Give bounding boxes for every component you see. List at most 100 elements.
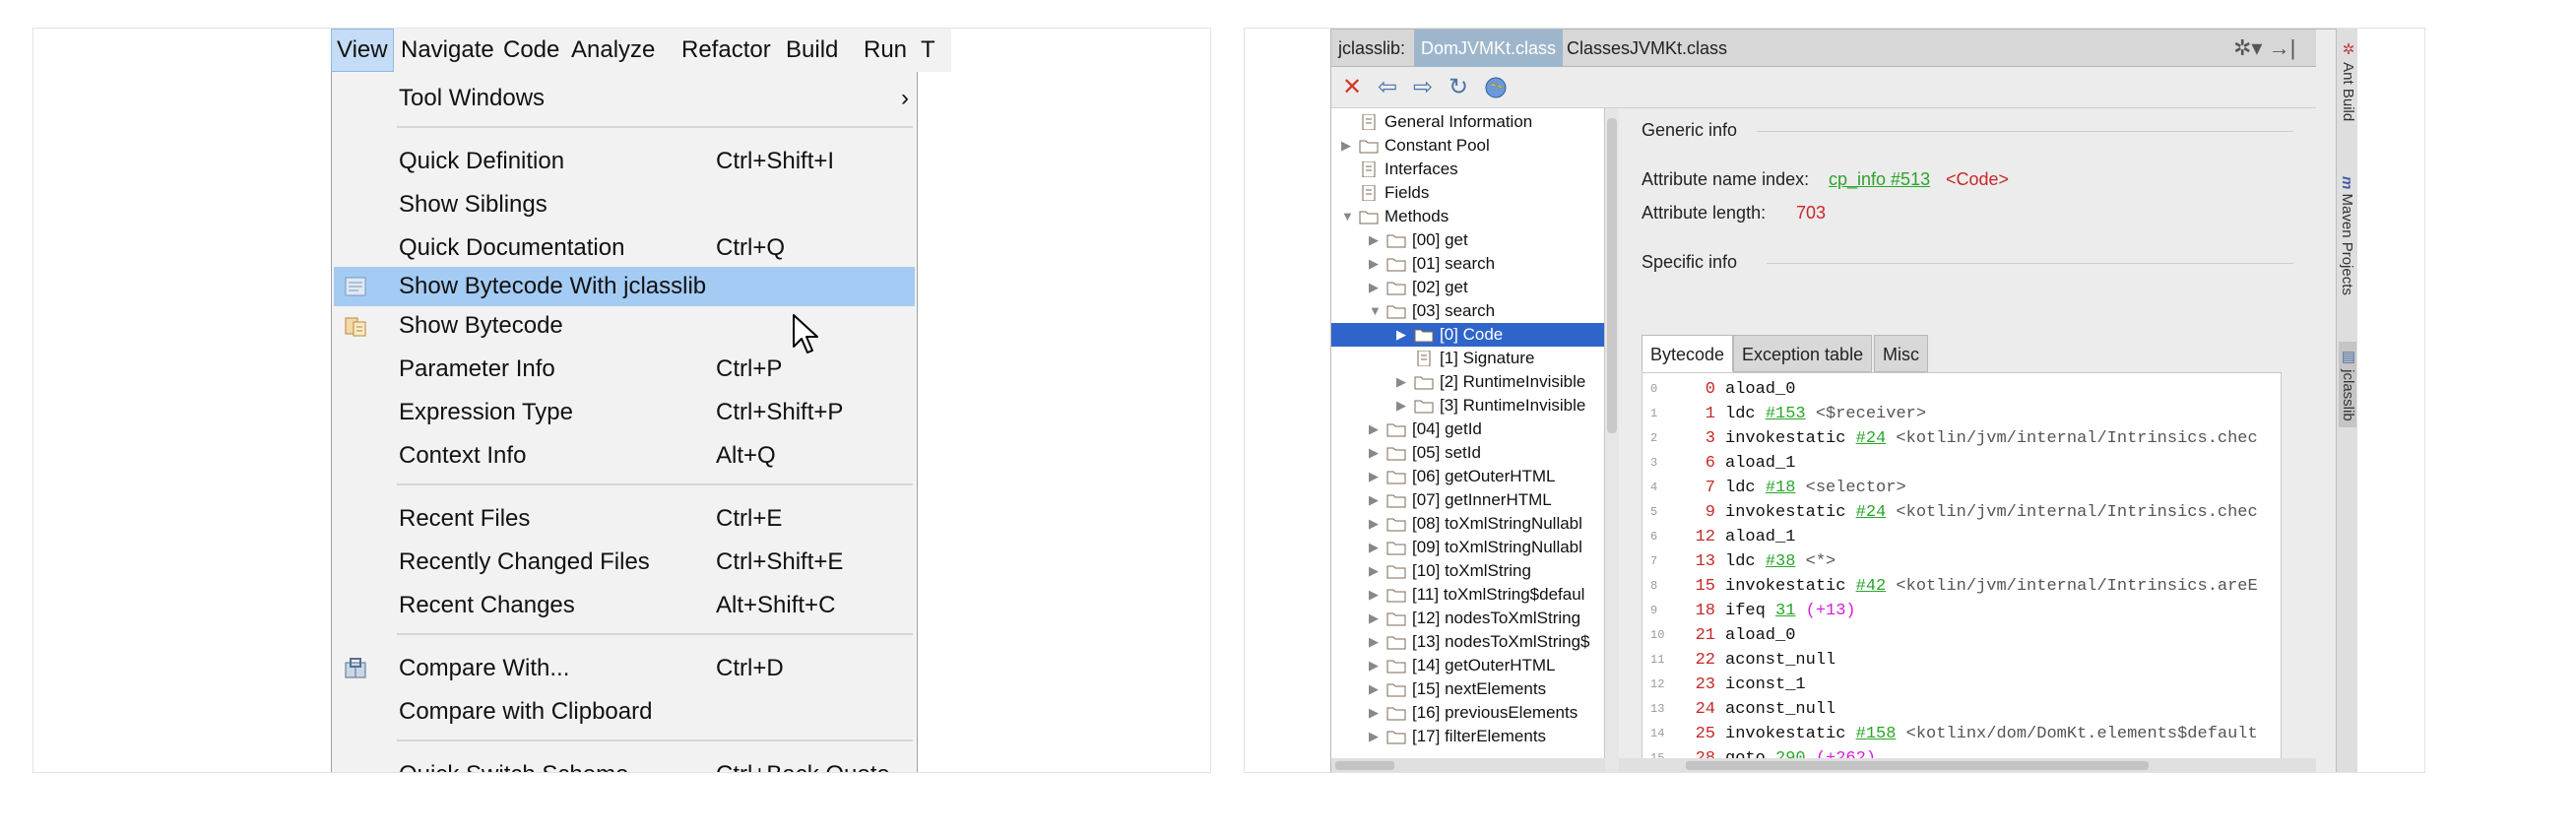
constant-pool-link[interactable]: #38 [1766, 552, 1796, 571]
tree-item-attribute[interactable]: ▶ [0] Code [1331, 323, 1604, 347]
expand-icon[interactable]: ▶ [1396, 394, 1410, 418]
menu-analyze[interactable]: Analyze [566, 29, 660, 72]
tree-item-method[interactable]: ▶ [15] nextElements [1369, 677, 1604, 701]
tree-item-attribute[interactable]: [1] Signature [1396, 347, 1604, 370]
tree-item-method[interactable]: ▶ [17] filterElements [1369, 725, 1604, 748]
forward-icon[interactable]: ⇨ [1408, 73, 1438, 102]
bytecode-listing[interactable]: 0 0 aload_0 1 1 ldc #153 <$receiver> 2 3 invokes… [1642, 372, 2282, 771]
menu-item-show-bytecode-jclasslib[interactable]: Show Bytecode With jclasslib [334, 267, 915, 306]
menu-build[interactable]: Build [781, 29, 843, 72]
expand-icon[interactable]: ▶ [1369, 654, 1383, 677]
tree-item-fields[interactable]: Fields [1341, 181, 1597, 205]
expand-icon[interactable]: ▶ [1369, 630, 1383, 654]
tree-item-method[interactable]: ▶ [04] getId [1369, 418, 1604, 441]
menu-refactor[interactable]: Refactor [676, 29, 776, 72]
tree-item-interfaces[interactable]: Interfaces [1341, 158, 1597, 181]
tree-item-method[interactable]: ▶ [00] get [1369, 228, 1604, 252]
expand-icon[interactable]: ▶ [1369, 559, 1383, 583]
constant-pool-link[interactable]: #18 [1766, 479, 1796, 497]
expand-icon[interactable]: ▶ [1369, 441, 1383, 465]
back-icon[interactable]: ⇦ [1373, 73, 1402, 102]
menu-view[interactable]: View [331, 29, 394, 72]
tree-item-method[interactable]: ▶ [01] search [1369, 252, 1604, 276]
constant-pool-link[interactable]: #153 [1766, 405, 1806, 423]
tree-item-method[interactable]: ▶ [09] toXmlStringNullabl [1369, 536, 1604, 559]
menu-item-expression-type[interactable]: Expression Type Ctrl+Shift+P [334, 393, 915, 432]
tree-item-general[interactable]: General Information [1341, 110, 1597, 134]
tree-item-method[interactable]: ▶ [16] previousElements [1369, 701, 1604, 725]
expand-icon[interactable]: ▶ [1369, 252, 1383, 276]
menu-item-compare-with[interactable]: Compare With... Ctrl+D [334, 649, 915, 688]
menu-item-quick-switch-scheme[interactable]: Quick Switch Scheme Ctrl+Back Quote [334, 755, 915, 772]
menu-item-show-bytecode[interactable]: Show Bytecode [334, 306, 915, 346]
menu-item-recently-changed-files[interactable]: Recently Changed Files Ctrl+Shift+E [334, 543, 915, 582]
tree-item-method[interactable]: ▼ [03] search [1369, 299, 1604, 323]
expand-icon[interactable]: ▶ [1369, 701, 1383, 725]
expand-icon[interactable]: ▶ [1369, 512, 1383, 536]
expand-icon[interactable]: ▶ [1369, 228, 1383, 252]
tree-item-method[interactable]: ▶ [13] nodesToXmlString$ [1369, 630, 1604, 654]
menu-item-parameter-info[interactable]: Parameter Info Ctrl+P [334, 350, 915, 389]
expand-icon[interactable]: ▶ [1341, 134, 1355, 158]
tab-misc[interactable]: Misc [1874, 335, 1928, 372]
tree-item-attribute[interactable]: ▶ [3] RuntimeInvisible [1396, 394, 1604, 418]
menu-item-recent-files[interactable]: Recent Files Ctrl+E [334, 499, 915, 539]
tree-item-method[interactable]: ▶ [07] getInnerHTML [1369, 488, 1604, 512]
expand-icon[interactable]: ▶ [1369, 488, 1383, 512]
expand-icon[interactable]: ▶ [1369, 276, 1383, 299]
menu-item-compare-clipboard[interactable]: Compare with Clipboard [334, 692, 915, 732]
tree-item-method[interactable]: ▶ [06] getOuterHTML [1369, 465, 1604, 488]
tree-item-method[interactable]: ▶ [11] toXmlString$defaul [1369, 583, 1604, 607]
expand-icon[interactable]: ▶ [1369, 607, 1383, 630]
menu-item-tool-windows[interactable]: Tool Windows › [334, 79, 915, 118]
menu-run[interactable]: Run [859, 29, 912, 72]
expand-icon[interactable]: ▶ [1369, 583, 1383, 607]
refresh-icon[interactable]: ↻ [1444, 73, 1473, 102]
expand-icon[interactable]: ▶ [1369, 677, 1383, 701]
constant-pool-link[interactable]: #158 [1856, 725, 1897, 743]
expand-icon[interactable]: ▶ [1369, 536, 1383, 559]
menu-navigate[interactable]: Navigate [396, 29, 499, 72]
menu-item-recent-changes[interactable]: Recent Changes Alt+Shift+C [334, 586, 915, 625]
menu-item-context-info[interactable]: Context Info Alt+Q [334, 436, 915, 476]
menu-item-quick-documentation[interactable]: Quick Documentation Ctrl+Q [334, 228, 915, 268]
constant-pool-link[interactable]: 31 [1775, 602, 1795, 620]
gear-icon[interactable]: ✲▾ →| [2233, 35, 2295, 61]
tree-item-constant-pool[interactable]: ▶ Constant Pool [1341, 134, 1597, 158]
close-icon[interactable]: ✕ [1337, 73, 1367, 102]
tree-horizontal-thumb[interactable] [1335, 761, 1394, 770]
tree-item-method[interactable]: ▶ [14] getOuterHTML [1369, 654, 1604, 677]
expand-icon[interactable]: ▶ [1369, 725, 1383, 748]
tree-item-method[interactable]: ▶ [05] setId [1369, 441, 1604, 465]
expand-icon[interactable]: ▶ [1369, 418, 1383, 441]
expand-icon[interactable]: ▶ [1396, 323, 1410, 347]
constant-pool-link[interactable]: #24 [1856, 503, 1887, 522]
tree-item-methods[interactable]: ▼ Methods [1341, 205, 1597, 228]
side-tab-jclasslib[interactable]: ▤ jclasslib [2339, 342, 2356, 427]
side-tab-ant-build[interactable]: ✲ Ant Build [2339, 40, 2356, 121]
side-tab-maven-projects[interactable]: m Maven Projects [2339, 176, 2355, 295]
menu-item-show-siblings[interactable]: Show Siblings [334, 185, 915, 225]
tree-item-method[interactable]: ▶ [12] nodesToXmlString [1369, 607, 1604, 630]
expand-icon[interactable]: ▶ [1369, 465, 1383, 488]
tree-item-attribute[interactable]: ▶ [2] RuntimeInvisible [1396, 370, 1604, 394]
tab-bytecode[interactable]: Bytecode [1642, 335, 1734, 372]
tree-item-method[interactable]: ▶ [10] toXmlString [1369, 559, 1604, 583]
tree-item-method[interactable]: ▶ [08] toXmlStringNullabl [1369, 512, 1604, 536]
expand-icon[interactable]: ▶ [1396, 370, 1410, 394]
collapse-icon[interactable]: ▼ [1369, 299, 1383, 323]
tab-domjvmkt[interactable]: DomJVMKt.class [1414, 30, 1564, 67]
tree-item-method[interactable]: ▶ [02] get [1369, 276, 1604, 299]
detail-horizontal-thumb[interactable] [1686, 761, 2149, 770]
tree-scrollbar-thumb[interactable] [1607, 118, 1617, 433]
menu-tools-truncated[interactable]: T [916, 29, 940, 72]
attr-name-link[interactable]: cp_info #513 [1829, 169, 1930, 190]
web-icon[interactable] [1481, 73, 1511, 102]
constant-pool-link[interactable]: #24 [1856, 429, 1887, 448]
menu-item-quick-definition[interactable]: Quick Definition Ctrl+Shift+I [334, 142, 915, 181]
tab-exception-table[interactable]: Exception table [1733, 335, 1873, 372]
constant-pool-link[interactable]: #42 [1856, 577, 1887, 596]
collapse-icon[interactable]: ▼ [1341, 205, 1355, 228]
menu-code[interactable]: Code [498, 29, 564, 72]
tab-classesjvmkt[interactable]: ClassesJVMKt.class [1560, 30, 1734, 67]
